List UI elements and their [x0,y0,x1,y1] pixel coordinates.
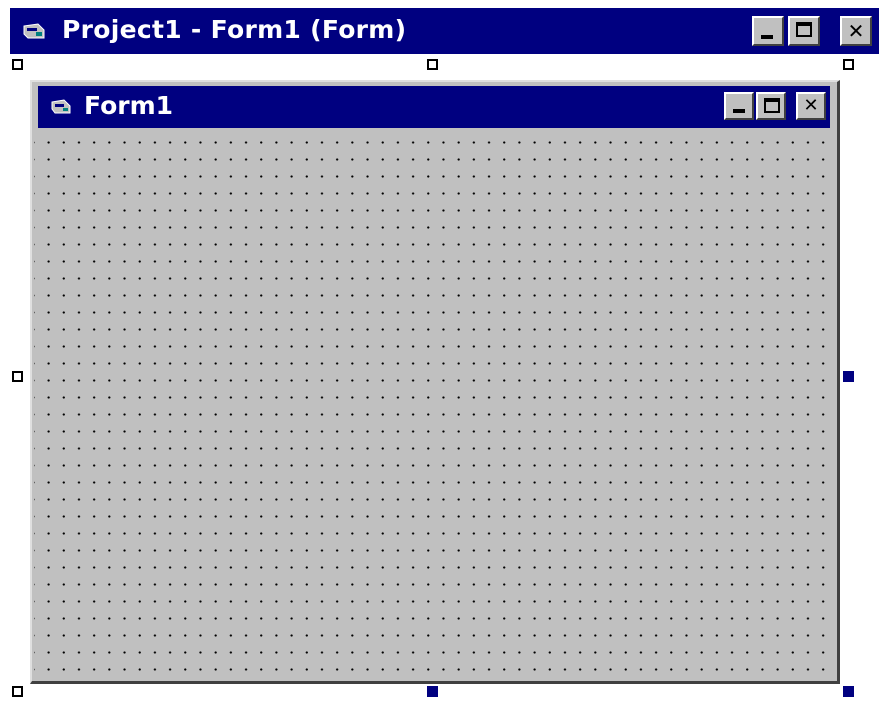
designer-titlebar[interactable]: Project1 - Form1 (Form) ✕ [10,8,879,54]
form-icon [51,99,71,114]
resize-handle-top-right[interactable] [843,59,854,70]
close-icon: ✕ [803,95,819,116]
minimize-icon [761,35,773,39]
maximize-icon [796,22,812,37]
resize-handle-bottom[interactable] [427,686,438,697]
maximize-button[interactable] [788,16,820,46]
designer-window-title: Project1 - Form1 (Form) [62,15,407,44]
form-title: Form1 [84,91,174,120]
form-designer-window: Project1 - Form1 (Form) ✕ Form1 ✕ [0,0,879,715]
form1-window[interactable]: Form1 ✕ [30,80,840,684]
form-client-area-dot-grid[interactable] [34,130,835,679]
resize-handle-bottom-right[interactable] [843,686,854,697]
resize-handle-left[interactable] [12,371,23,382]
minimize-button[interactable] [752,16,784,46]
resize-handle-bottom-left[interactable] [12,686,23,697]
form-maximize-button[interactable] [756,92,786,120]
form-close-button[interactable]: ✕ [796,92,826,120]
close-button[interactable]: ✕ [840,16,872,46]
minimize-icon [733,109,745,113]
resize-handle-right[interactable] [843,371,854,382]
resize-handle-top[interactable] [427,59,438,70]
form-minimize-button[interactable] [724,92,754,120]
maximize-icon [764,98,780,113]
form-icon [23,23,45,39]
close-icon: ✕ [847,19,865,43]
form-titlebar[interactable]: Form1 ✕ [38,86,830,128]
resize-handle-top-left[interactable] [12,59,23,70]
